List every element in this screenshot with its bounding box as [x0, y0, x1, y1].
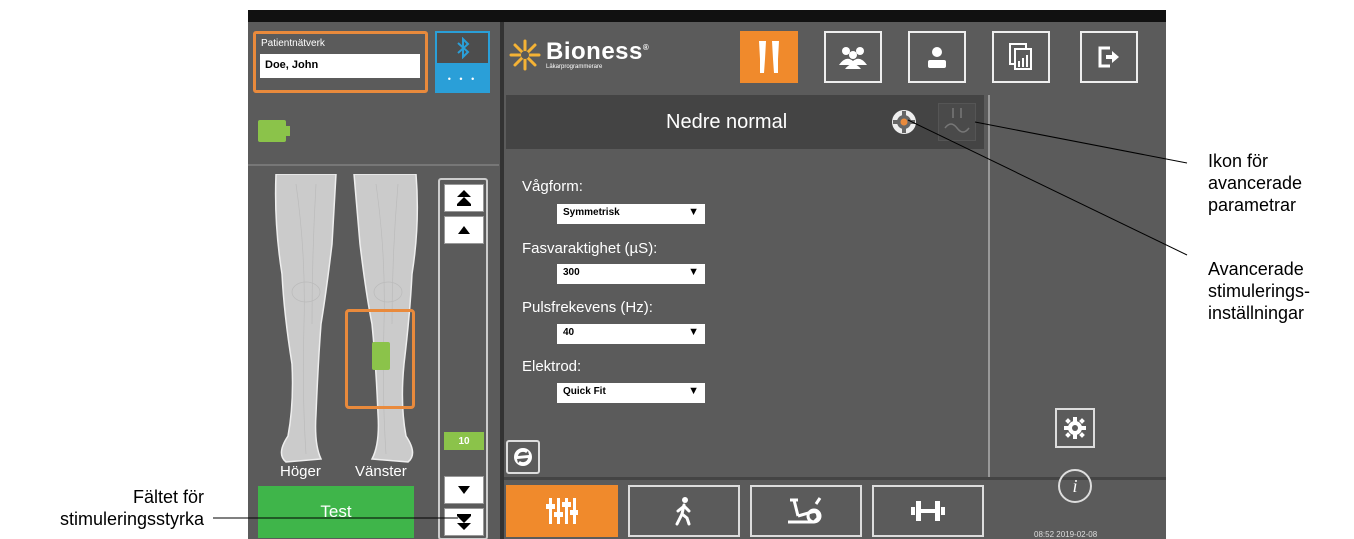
callout-intensity-field: Fältet för stimuleringsstyrka [4, 486, 204, 530]
callout-line-3: inställningar [1208, 303, 1305, 323]
callout-advanced-parameters: Ikon för avancerade parametrar [1208, 150, 1302, 216]
callout-line-1: Fältet för [132, 487, 204, 507]
callout-line-2: avancerade [1208, 173, 1303, 193]
callout-line-adv-params [974, 121, 1188, 164]
callout-line-1: Avancerade [1208, 259, 1304, 279]
callout-line-3: parametrar [1208, 195, 1297, 215]
callout-line-2: stimuleringsstyrka [59, 509, 204, 529]
callout-line-adv-stim [907, 119, 1188, 256]
callout-line-1: Ikon för [1208, 151, 1269, 171]
callout-advanced-stimulation: Avancerade stimulerings- inställningar [1208, 258, 1310, 324]
callout-line-2: stimulerings- [1208, 281, 1311, 301]
figure: Patientnätverk Doe, John • • • Höger Vän… [0, 0, 1354, 539]
callout-lines [213, 119, 1188, 519]
